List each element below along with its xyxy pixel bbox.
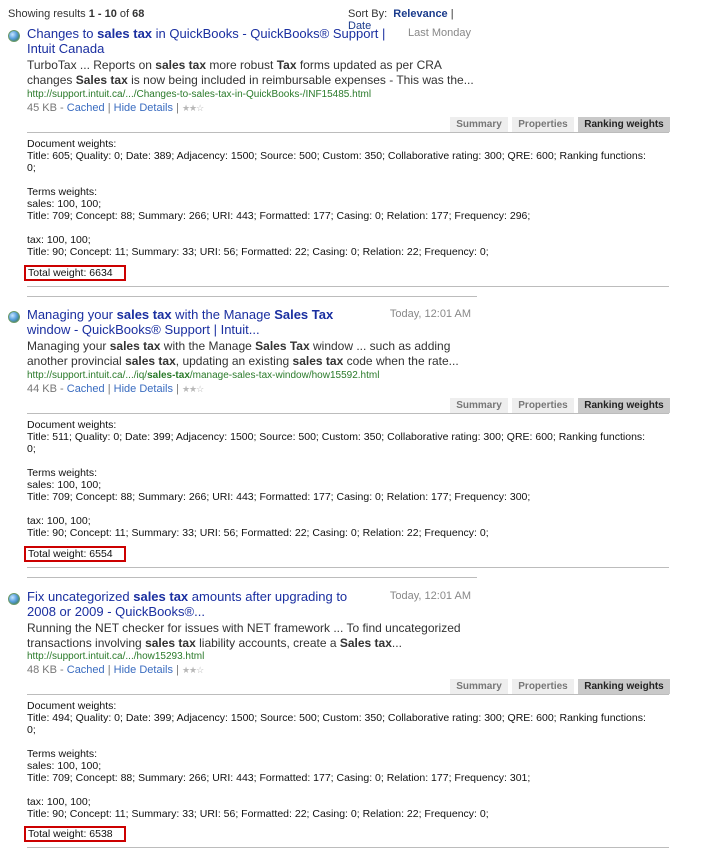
total-weight: Total weight: 6634	[24, 265, 126, 281]
globe-icon	[8, 311, 20, 323]
detail-tabs: Summary Properties Ranking weights	[450, 679, 670, 694]
result-divider	[27, 567, 669, 568]
result-separator	[27, 296, 477, 297]
detail-tabs: Summary Properties Ranking weights	[450, 398, 670, 413]
result-meta: 44 KB - Cached | Hide Details | ★★☆	[27, 383, 204, 395]
tab-properties[interactable]: Properties	[512, 117, 574, 132]
ranking-weights-panel: Document weights: Title: 511; Quality: 0…	[27, 419, 646, 539]
tab-ranking-weights[interactable]: Ranking weights	[578, 398, 670, 413]
result-snippet: TurboTax ... Reports on sales tax more r…	[27, 58, 474, 87]
result-separator	[27, 577, 477, 578]
tab-divider	[27, 694, 669, 695]
tab-summary[interactable]: Summary	[450, 679, 508, 694]
total-weight: Total weight: 6538	[24, 826, 126, 842]
cached-link[interactable]: Cached	[67, 102, 105, 114]
result-title-link[interactable]: Managing your sales tax with the Manage …	[27, 307, 397, 337]
result-url[interactable]: http://support.intuit.ca/.../how15293.ht…	[27, 651, 204, 662]
result-date: Today, 12:01 AM	[389, 590, 471, 602]
result-meta: 48 KB - Cached | Hide Details | ★★☆	[27, 664, 204, 676]
globe-icon	[8, 30, 20, 42]
result-divider	[27, 286, 669, 287]
hide-details-link[interactable]: Hide Details	[114, 664, 173, 676]
tab-divider	[27, 132, 669, 133]
detail-tabs: Summary Properties Ranking weights	[450, 117, 670, 132]
tab-ranking-weights[interactable]: Ranking weights	[578, 117, 670, 132]
result-url[interactable]: http://support.intuit.ca/.../iq/sales-ta…	[27, 370, 379, 381]
hide-details-link[interactable]: Hide Details	[114, 383, 173, 395]
tab-summary[interactable]: Summary	[450, 117, 508, 132]
result-url[interactable]: http://support.intuit.ca/.../Changes-to-…	[27, 89, 371, 100]
cached-link[interactable]: Cached	[67, 383, 105, 395]
result-date: Today, 12:01 AM	[389, 308, 471, 320]
tab-summary[interactable]: Summary	[450, 398, 508, 413]
globe-icon	[8, 593, 20, 605]
search-result: Changes to sales tax in QuickBooks - Qui…	[8, 26, 678, 297]
search-result: Fix uncategorized sales tax amounts afte…	[8, 589, 678, 854]
result-meta: 45 KB - Cached | Hide Details | ★★☆	[27, 102, 204, 114]
tab-properties[interactable]: Properties	[512, 398, 574, 413]
ranking-weights-panel: Document weights: Title: 494; Quality: 0…	[27, 700, 646, 820]
tab-properties[interactable]: Properties	[512, 679, 574, 694]
star-rating-icon[interactable]: ★★☆	[182, 103, 204, 113]
hide-details-link[interactable]: Hide Details	[114, 102, 173, 114]
cached-link[interactable]: Cached	[67, 664, 105, 676]
star-rating-icon[interactable]: ★★☆	[182, 665, 204, 675]
result-date: Last Monday	[408, 27, 471, 39]
tab-divider	[27, 413, 669, 414]
results-header: Showing results 1 - 10 of 68 Sort By: Re…	[8, 8, 478, 32]
result-snippet: Managing your sales tax with the Manage …	[27, 339, 459, 368]
result-title-link[interactable]: Changes to sales tax in QuickBooks - Qui…	[27, 26, 397, 56]
ranking-weights-panel: Document weights: Title: 605; Quality: 0…	[27, 138, 646, 258]
result-divider	[27, 847, 669, 848]
result-title-link[interactable]: Fix uncategorized sales tax amounts afte…	[27, 589, 397, 619]
results-count: Showing results 1 - 10 of 68	[8, 8, 145, 20]
total-weight: Total weight: 6554	[24, 546, 126, 562]
tab-ranking-weights[interactable]: Ranking weights	[578, 679, 670, 694]
result-snippet: Running the NET checker for issues with …	[27, 621, 461, 650]
search-result: Managing your sales tax with the Manage …	[8, 307, 678, 578]
sort-label: Sort By:	[348, 8, 388, 20]
star-rating-icon[interactable]: ★★☆	[182, 384, 204, 394]
sort-relevance-link[interactable]: Relevance	[393, 8, 447, 20]
